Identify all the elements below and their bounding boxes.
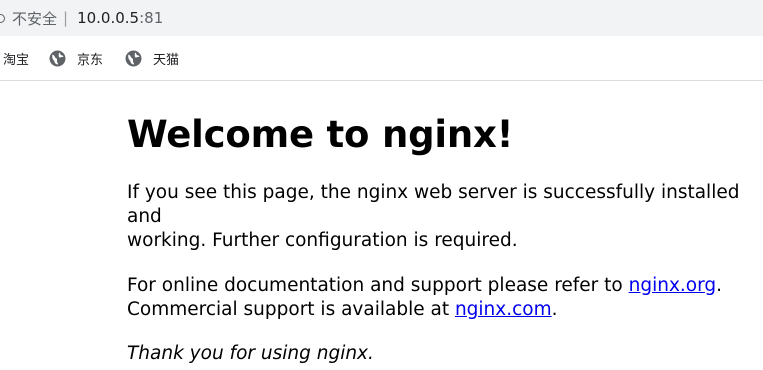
docs-text: For online documentation and support ple… <box>127 275 629 296</box>
support-paragraph: For online documentation and support ple… <box>127 274 757 322</box>
docs-period: . <box>716 275 723 296</box>
page-title: Welcome to nginx! <box>127 113 514 156</box>
nginx-org-link[interactable]: nginx.org <box>629 275 717 296</box>
nginx-com-link[interactable]: nginx.com <box>455 299 552 320</box>
info-icon[interactable] <box>0 12 5 24</box>
intro-line-1: If you see this page, the nginx web serv… <box>127 182 740 227</box>
address-bar[interactable]: 不安全 | 10.0.0.5:81 <box>0 0 763 36</box>
url-host[interactable]: 10.0.0.5 <box>77 9 139 27</box>
intro-line-2: working. Further configuration is requir… <box>127 230 518 251</box>
bookmark-label: 淘宝 <box>3 52 30 68</box>
globe-icon <box>49 50 66 66</box>
thanks-text: Thank you for using nginx. <box>127 343 374 364</box>
bookmarks-bar: 淘宝 京东 天猫 <box>0 36 763 81</box>
url-port[interactable]: :81 <box>139 9 163 27</box>
security-status[interactable]: 不安全 <box>12 8 57 29</box>
globe-icon <box>125 50 142 66</box>
bookmark-label: 天猫 <box>153 52 180 68</box>
bookmark-jd[interactable]: 京东 <box>49 49 103 68</box>
bookmark-taobao[interactable]: 淘宝 <box>3 49 29 68</box>
commercial-period: . <box>551 299 558 320</box>
url-separator: | <box>63 9 69 27</box>
intro-paragraph: If you see this page, the nginx web serv… <box>127 181 757 253</box>
bookmark-label: 京东 <box>77 52 104 68</box>
bookmark-tmall[interactable]: 天猫 <box>125 49 179 68</box>
page-content: Welcome to nginx! If you see this page, … <box>127 80 757 366</box>
commercial-text: Commercial support is available at <box>127 299 455 320</box>
